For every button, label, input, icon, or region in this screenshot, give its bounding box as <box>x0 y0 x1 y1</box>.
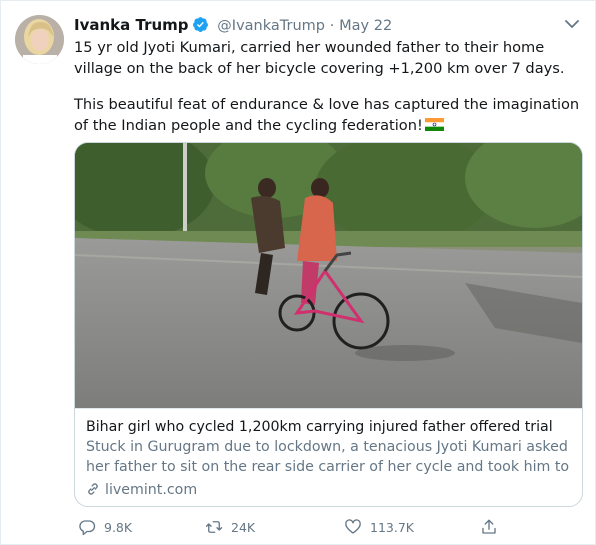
avatar[interactable] <box>15 15 64 64</box>
share-button[interactable] <box>480 517 506 539</box>
like-count: 113.7K <box>370 520 414 535</box>
reply-button[interactable]: 9.8K <box>78 517 132 539</box>
card-domain-text: livemint.com <box>105 482 198 498</box>
tweet-header: Ivanka Trump @IvankaTrump · May 22 <box>74 14 579 36</box>
card-text: Bihar girl who cycled 1,200km carrying i… <box>75 408 582 500</box>
card-title[interactable]: Bihar girl who cycled 1,200km carrying i… <box>86 417 571 437</box>
heart-icon <box>345 519 361 534</box>
retweet-count: 24K <box>231 520 256 535</box>
separator-dot: · <box>329 18 335 34</box>
link-preview-card[interactable]: Bihar girl who cycled 1,200km carrying i… <box>74 142 583 507</box>
share-icon <box>482 519 496 534</box>
india-flag-icon <box>424 118 444 131</box>
link-icon <box>88 483 98 495</box>
verified-badge-icon <box>192 17 208 32</box>
like-button[interactable]: 113.7K <box>344 517 414 539</box>
reply-icon <box>79 520 96 536</box>
chevron-down-icon[interactable] <box>565 19 579 29</box>
tweet[interactable]: Ivanka Trump @IvankaTrump · May 22 15 yr… <box>0 0 596 545</box>
author-name[interactable]: Ivanka Trump <box>74 16 189 34</box>
reply-count: 9.8K <box>104 520 133 535</box>
tweet-body: 15 yr old Jyoti Kumari, carried her woun… <box>74 37 584 151</box>
author-handle[interactable]: @IvankaTrump <box>217 18 325 34</box>
tweet-text-paragraph-1: 15 yr old Jyoti Kumari, carried her woun… <box>74 39 565 77</box>
retweet-button[interactable]: 24K <box>205 517 255 539</box>
tweet-text-paragraph-2: This beautiful feat of endurance & love … <box>74 96 580 134</box>
card-photo <box>75 143 582 408</box>
tweet-actions: 9.8K 24K 113.7K <box>74 517 514 539</box>
card-description: Stuck in Gurugram due to lockdown, a ten… <box>86 439 570 475</box>
retweet-icon <box>205 521 223 533</box>
tweet-date[interactable]: May 22 <box>339 18 392 34</box>
card-domain[interactable]: livemint.com <box>86 480 571 500</box>
